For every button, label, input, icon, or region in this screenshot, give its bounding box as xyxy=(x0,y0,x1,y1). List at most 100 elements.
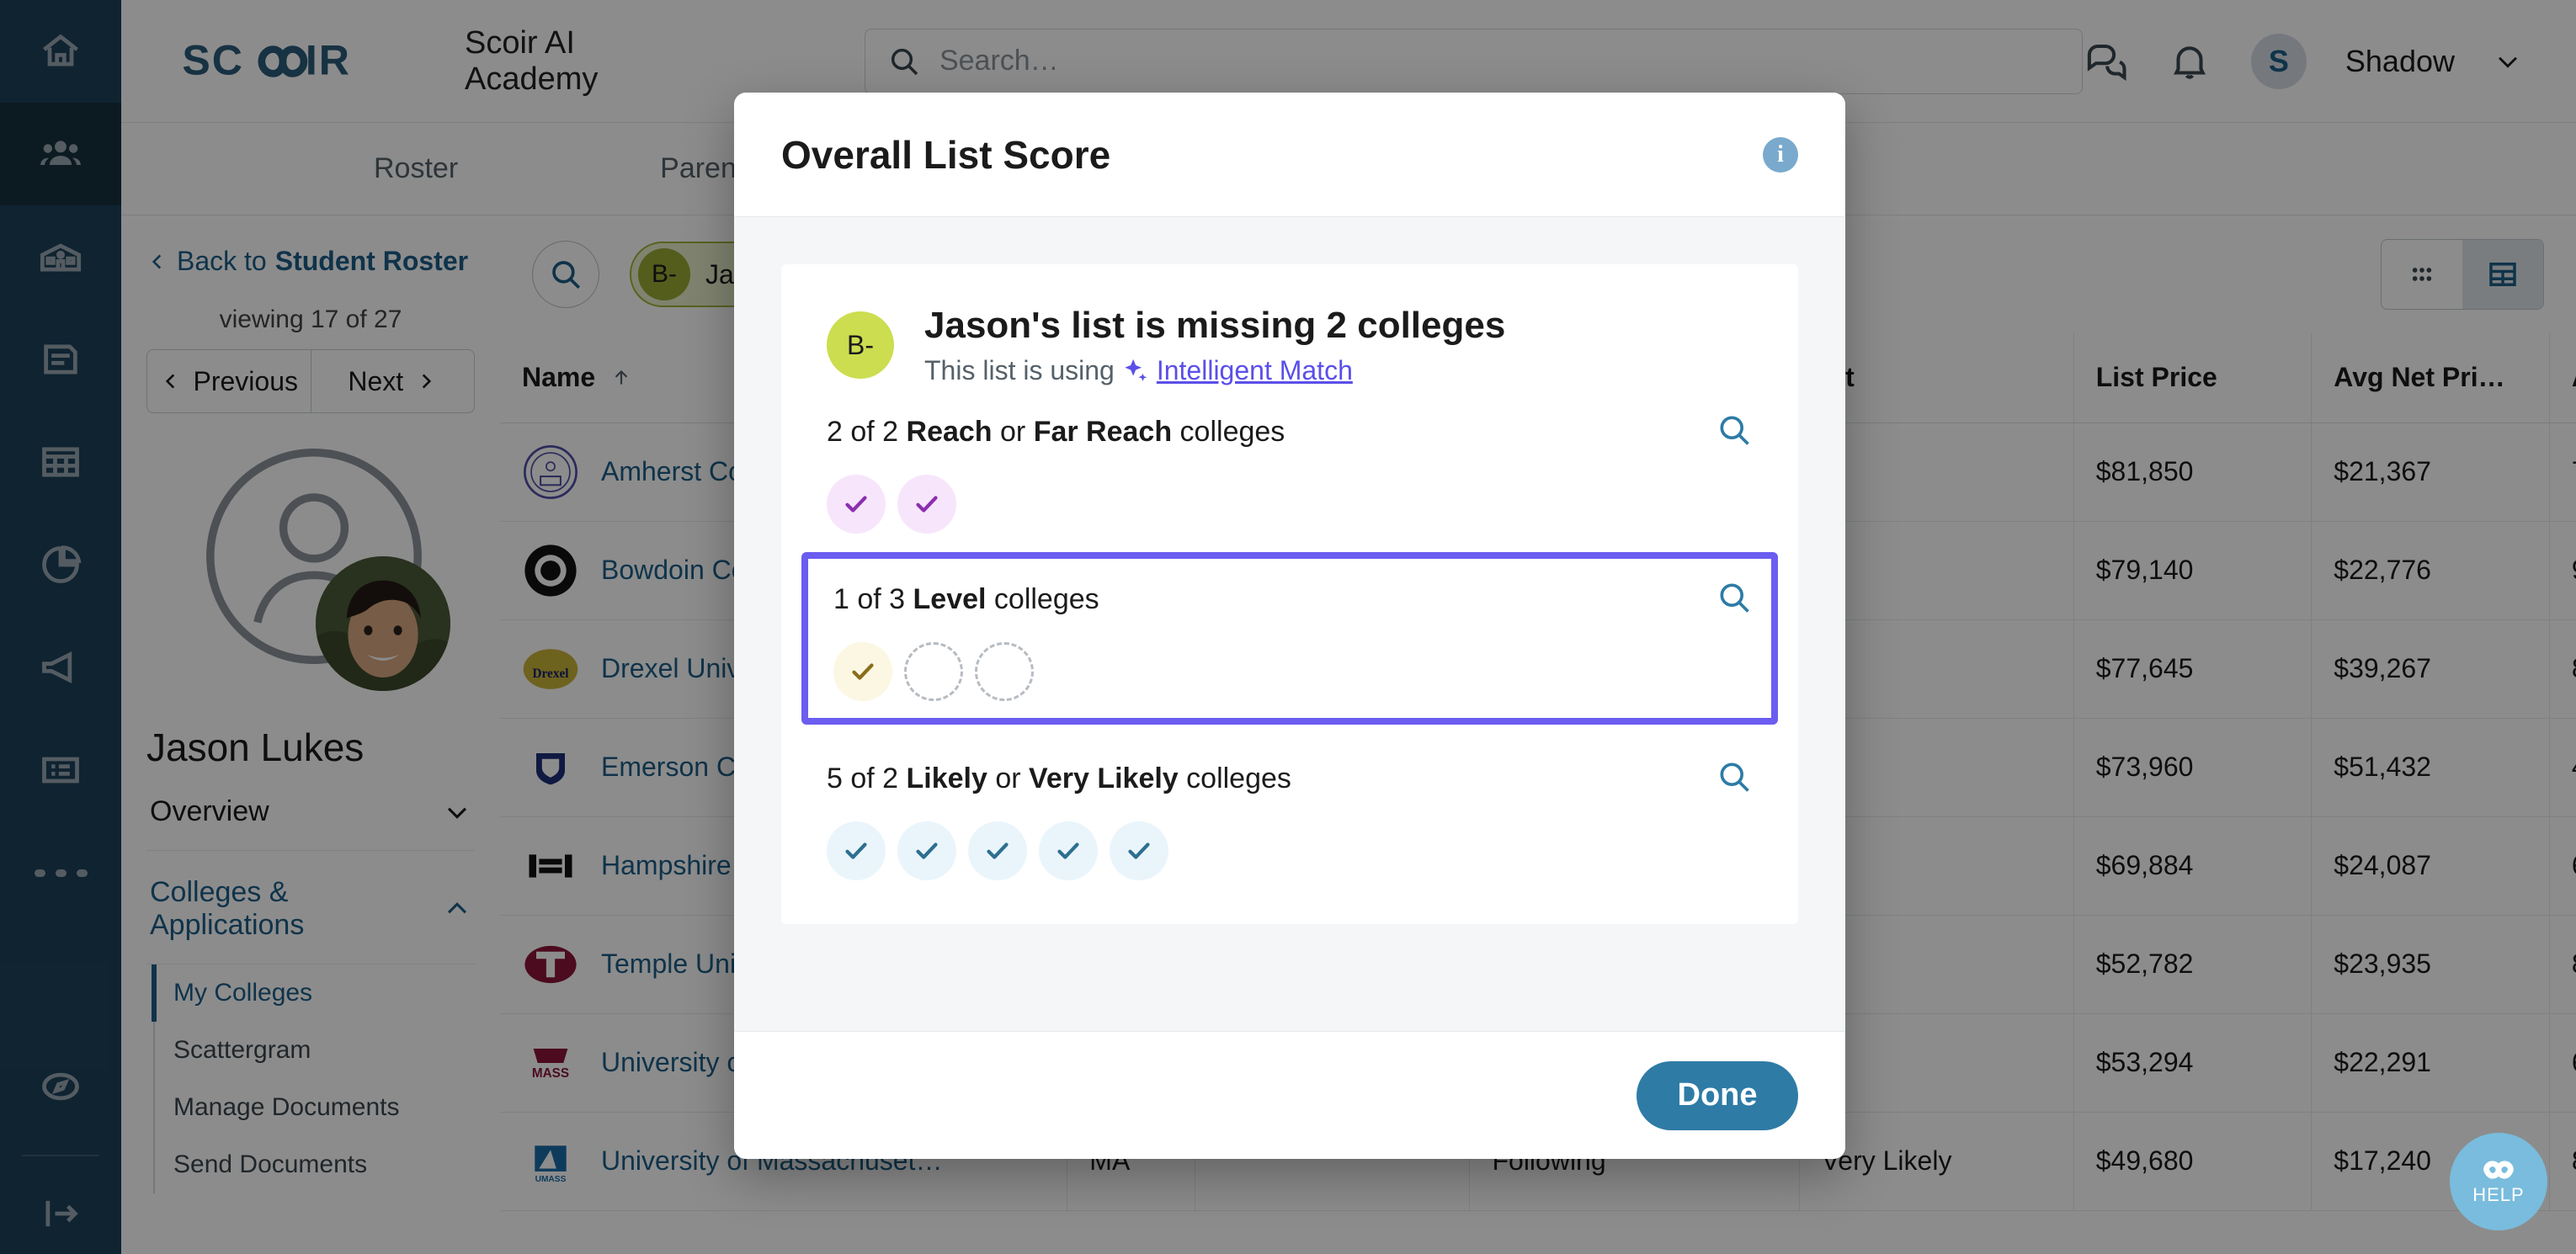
cell-list-price: $79,140 xyxy=(2073,521,2313,620)
cell-list-price: $69,884 xyxy=(2073,816,2313,916)
svg-text:IR: IR xyxy=(306,39,351,83)
umass-logo-icon: MASS xyxy=(532,1048,569,1081)
intelligent-match-link[interactable]: Intelligent Match xyxy=(1121,355,1353,386)
bucket-level-label: 1 of 3 Level colleges xyxy=(833,583,1099,616)
global-search[interactable]: Search… xyxy=(864,28,2083,94)
check-icon xyxy=(845,842,867,859)
search-colleges-button[interactable] xyxy=(532,241,599,308)
cell-avg-net-price: $21,367 xyxy=(2311,422,2550,522)
bucket-suffix: colleges xyxy=(986,583,1099,615)
accordion-overview[interactable]: Overview xyxy=(146,770,475,851)
chevron-left-icon xyxy=(152,253,162,269)
nav-tasks[interactable] xyxy=(0,719,121,821)
sort-asc-icon xyxy=(615,369,628,385)
user-name[interactable]: Shadow xyxy=(2345,44,2455,79)
grid-view-button[interactable] xyxy=(2382,240,2462,309)
check-icon xyxy=(916,496,938,513)
sidebar-item-manage-documents[interactable]: Manage Documents xyxy=(155,1079,475,1136)
hampshire-logo-icon xyxy=(529,853,572,878)
help-button[interactable]: HELP xyxy=(2450,1133,2547,1230)
back-to-student-roster-link[interactable]: Back to Student Roster xyxy=(146,246,475,277)
college-logo-drexel: Drexel xyxy=(522,640,579,698)
list-score-card: B- Jason's list is missing 2 colleges Th… xyxy=(781,264,1798,924)
sidebar-item-send-documents[interactable]: Send Documents xyxy=(155,1136,475,1193)
student-face-image xyxy=(316,556,450,691)
sidebar-item-scattergram[interactable]: Scattergram xyxy=(155,1022,475,1079)
sidebar-item-my-colleges[interactable]: My Colleges xyxy=(152,964,475,1022)
bowdoin-seal-icon xyxy=(524,544,577,597)
notifications-bell-icon[interactable] xyxy=(2167,39,2212,84)
messages-icon[interactable] xyxy=(2083,39,2128,84)
bucket-reach-search-button[interactable] xyxy=(1716,412,1753,453)
score-summary: B- Jason's list is missing 2 colleges Th… xyxy=(827,305,1753,386)
nav-documents[interactable] xyxy=(0,308,121,411)
filled-dot xyxy=(1039,821,1098,880)
nav-calendar[interactable] xyxy=(0,411,121,513)
nav-announcements[interactable] xyxy=(0,616,121,719)
done-button[interactable]: Done xyxy=(1637,1060,1798,1130)
chevron-up-icon xyxy=(447,902,467,914)
filled-dot xyxy=(827,821,886,880)
bucket-term-b: Very Likely xyxy=(1029,762,1179,794)
filled-dot xyxy=(833,642,892,701)
previous-student-button[interactable]: Previous xyxy=(147,350,311,412)
nav-logout[interactable] xyxy=(0,1173,121,1254)
people-icon xyxy=(40,141,81,165)
chevron-right-icon xyxy=(422,374,432,389)
bucket-term-b: Far Reach xyxy=(1033,416,1173,448)
info-icon[interactable]: i xyxy=(1763,136,1798,173)
avatar[interactable]: S xyxy=(2250,33,2307,89)
bucket-likely-search-button[interactable] xyxy=(1716,758,1753,800)
check-icon xyxy=(1057,842,1079,859)
cell-avg-net-price: $39,267 xyxy=(2311,619,2550,719)
student-detail-panel: Back to Student Roster viewing 17 of 27 … xyxy=(121,215,500,1254)
column-header-list-price[interactable]: List Price xyxy=(2073,333,2313,423)
bucket-term-a: Likely xyxy=(906,762,987,794)
next-student-button[interactable]: Next xyxy=(310,350,475,412)
cell-list-price: $53,294 xyxy=(2073,1013,2313,1113)
bucket-suffix: colleges xyxy=(1172,416,1285,448)
calendar-icon xyxy=(42,447,79,477)
bucket-term-a: Level xyxy=(913,583,987,615)
column-header-acc-rate[interactable]: Acc Rate xyxy=(2549,333,2576,423)
bucket-reach-header: 2 of 2 Reach or Far Reach colleges xyxy=(827,412,1753,453)
check-icon xyxy=(1128,842,1150,859)
nav-home[interactable] xyxy=(0,0,121,103)
overall-grade-badge: B- xyxy=(827,311,894,379)
accordion-colleges-applications[interactable]: Colleges & Applications xyxy=(146,851,475,964)
nav-colleges[interactable] xyxy=(0,205,121,308)
search-input-placeholder[interactable]: Search… xyxy=(939,45,1059,77)
bucket-level[interactable]: 1 of 3 Level colleges xyxy=(801,552,1778,725)
nav-students[interactable] xyxy=(0,103,121,205)
column-header-avg-net-price[interactable]: Avg Net Pri… xyxy=(2311,333,2550,423)
nav-reports[interactable] xyxy=(0,513,121,616)
scoir-logo[interactable]: SC IR xyxy=(182,39,426,84)
filled-dot xyxy=(1110,821,1168,880)
megaphone-icon xyxy=(42,651,72,684)
primary-nav-rail xyxy=(0,0,121,1254)
empty-dot xyxy=(975,642,1034,701)
bucket-level-search-button[interactable] xyxy=(1716,579,1753,620)
score-summary-text: Jason's list is missing 2 colleges This … xyxy=(924,305,1505,386)
nav-more[interactable] xyxy=(0,821,121,924)
empty-dot xyxy=(904,642,963,701)
filled-dot xyxy=(897,475,956,534)
cell-list-price: $73,960 xyxy=(2073,718,2313,817)
score-subtext: This list is using Intelligent Match xyxy=(924,355,1505,386)
svg-text:Drexel: Drexel xyxy=(532,667,568,681)
bucket-likely-dots xyxy=(827,821,1753,880)
overall-list-score-modal: Overall List Score i B- Jason's list is … xyxy=(734,93,1845,1159)
chevron-down-icon[interactable] xyxy=(2494,47,2522,76)
bucket-count: 1 of 3 xyxy=(833,583,913,615)
bucket-suffix: colleges xyxy=(1178,762,1291,794)
college-logo-amherst xyxy=(522,444,579,501)
table-view-button[interactable] xyxy=(2462,240,2543,309)
cell-avg-net-price: $23,935 xyxy=(2311,915,2550,1014)
bucket-term-a: Reach xyxy=(906,416,993,448)
chevron-down-icon xyxy=(447,807,467,819)
emerson-shield-icon xyxy=(536,752,565,784)
tab-roster[interactable]: Roster xyxy=(374,152,458,185)
nav-explore[interactable] xyxy=(0,1035,121,1138)
modal-body: B- Jason's list is missing 2 colleges Th… xyxy=(734,217,1845,1031)
document-icon xyxy=(44,344,77,375)
